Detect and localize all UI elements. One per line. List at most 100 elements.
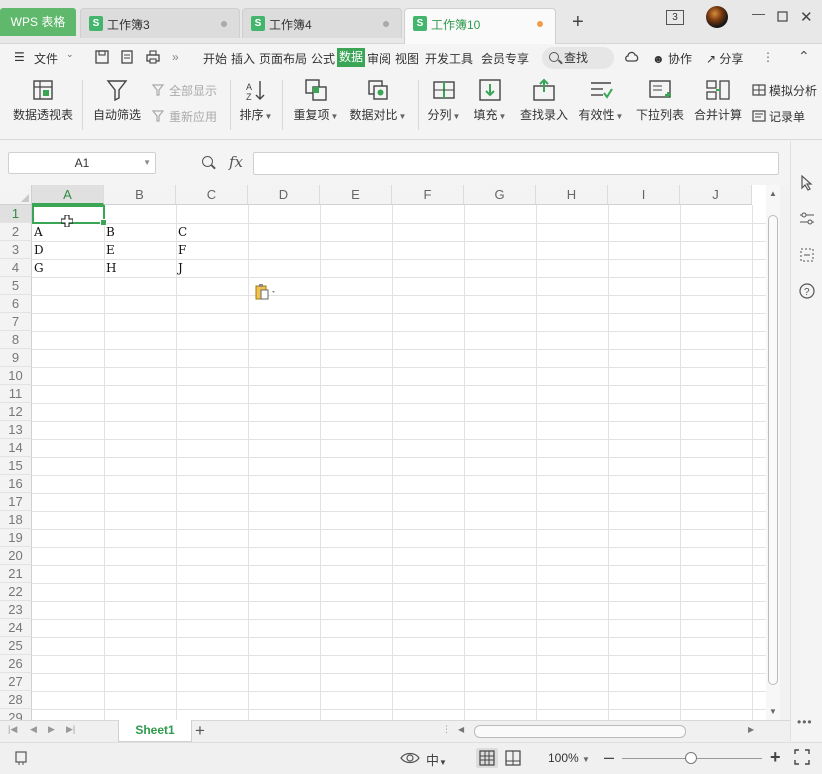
macro-record-icon[interactable]	[14, 750, 30, 769]
next-sheet-icon[interactable]: ▶	[48, 724, 55, 735]
maximize-icon[interactable]	[777, 10, 788, 25]
export-pdf-icon[interactable]	[120, 50, 134, 67]
row-header-24[interactable]: 24	[0, 619, 32, 637]
format-icon[interactable]	[799, 247, 815, 263]
row-header-18[interactable]: 18	[0, 511, 32, 529]
row-header-16[interactable]: 16	[0, 475, 32, 493]
menu-view[interactable]: 视图	[395, 50, 419, 67]
cell-c3[interactable]: F	[178, 241, 186, 259]
column-header-b[interactable]: B	[104, 185, 176, 205]
horizontal-scrollbar[interactable]	[474, 725, 686, 738]
dropdown-list-button[interactable]: 下拉列表	[632, 78, 688, 123]
avatar[interactable]	[706, 6, 728, 28]
paste-options-icon[interactable]	[255, 284, 275, 300]
row-header-21[interactable]: 21	[0, 565, 32, 583]
scroll-up-icon[interactable]: ▲	[769, 189, 777, 198]
row-header-15[interactable]: 15	[0, 457, 32, 475]
row-header-11[interactable]: 11	[0, 385, 32, 403]
cell-b4[interactable]: H	[106, 259, 116, 277]
row-header-23[interactable]: 23	[0, 601, 32, 619]
row-header-9[interactable]: 9	[0, 349, 32, 367]
row-header-19[interactable]: 19	[0, 529, 32, 547]
cell-b2[interactable]: B	[106, 223, 115, 241]
chevron-down-icon[interactable]: ▼	[143, 153, 151, 173]
first-sheet-icon[interactable]: |◀	[8, 724, 17, 735]
print-icon[interactable]	[146, 50, 160, 67]
column-header-c[interactable]: C	[176, 185, 248, 205]
autofilter-button[interactable]: 自动筛选	[90, 78, 144, 123]
row-header-6[interactable]: 6	[0, 295, 32, 313]
row-header-26[interactable]: 26	[0, 655, 32, 673]
menu-data[interactable]: 数据	[337, 48, 366, 67]
row-header-27[interactable]: 27	[0, 673, 32, 691]
row-header-5[interactable]: 5	[0, 277, 32, 295]
row-header-2[interactable]: 2	[0, 223, 32, 241]
column-header-j[interactable]: J	[680, 185, 752, 205]
show-all-button[interactable]: 全部显示	[151, 82, 217, 99]
vertical-scrollbar[interactable]: ▲ ▼	[766, 185, 780, 720]
simulation-analysis-button[interactable]: 模拟分析	[752, 82, 817, 99]
hamburger-icon[interactable]: ☰	[14, 50, 25, 64]
row-header-20[interactable]: 20	[0, 547, 32, 565]
last-sheet-icon[interactable]: ▶|	[66, 724, 75, 735]
prev-sheet-icon[interactable]: ◀	[30, 724, 37, 735]
row-header-13[interactable]: 13	[0, 421, 32, 439]
chevron-down-icon[interactable]: ⌄	[66, 49, 74, 60]
scroll-left-icon[interactable]: ◀	[458, 725, 464, 734]
row-header-22[interactable]: 22	[0, 583, 32, 601]
row-header-17[interactable]: 17	[0, 493, 32, 511]
doc-tab-workbook10[interactable]: S 工作簿10	[404, 8, 556, 44]
collapse-ribbon-icon[interactable]: ⌃	[798, 48, 810, 65]
row-header-8[interactable]: 8	[0, 331, 32, 349]
sheet-tab-sheet1[interactable]: Sheet1	[118, 720, 192, 742]
more-icon[interactable]: ⋮	[762, 50, 774, 64]
menu-home[interactable]: 开始	[203, 50, 227, 67]
column-header-d[interactable]: D	[248, 185, 320, 205]
menu-member[interactable]: 会员专享	[481, 50, 529, 67]
menu-formula[interactable]: 公式	[311, 50, 335, 67]
menu-file[interactable]: 文件	[34, 50, 58, 67]
app-tab[interactable]: WPS 表格	[0, 8, 76, 36]
insert-function-button[interactable]: fx	[229, 153, 243, 171]
column-header-i[interactable]: I	[608, 185, 680, 205]
save-icon[interactable]	[95, 50, 109, 67]
add-sheet-button[interactable]: +	[195, 721, 205, 741]
new-tab-button[interactable]: +	[572, 12, 584, 32]
row-header-29[interactable]: 29	[0, 709, 32, 720]
row-header-12[interactable]: 12	[0, 403, 32, 421]
row-header-7[interactable]: 7	[0, 313, 32, 331]
row-header-1[interactable]: 1	[0, 205, 32, 223]
cell-b3[interactable]: E	[106, 241, 115, 259]
row-header-25[interactable]: 25	[0, 637, 32, 655]
duplicates-button[interactable]: 重复项▼	[290, 78, 342, 123]
data-compare-button[interactable]: 数据对比▼	[348, 78, 408, 123]
doc-tab-workbook4[interactable]: S 工作簿4	[242, 8, 402, 38]
collaborate-button[interactable]: ☻ 协作	[652, 50, 692, 67]
spreadsheet-grid[interactable]: ABCDEFGHIJ 1 2 3 4 5 6 7 8 9 10 11 12 13 14 15 16 17 18 19…	[0, 185, 780, 720]
reapply-button[interactable]: 重新应用	[151, 108, 217, 125]
more-options-icon[interactable]: •••	[797, 715, 813, 729]
menu-review[interactable]: 审阅	[367, 50, 391, 67]
zoom-out-button[interactable]: –	[604, 747, 614, 768]
page-break-view-icon[interactable]	[504, 749, 522, 770]
column-header-a[interactable]: A	[32, 185, 104, 205]
normal-view-button[interactable]	[476, 748, 498, 768]
column-header-f[interactable]: F	[392, 185, 464, 205]
minimize-icon[interactable]: —	[752, 6, 765, 21]
lookup-entry-button[interactable]: 查找录入	[516, 78, 572, 123]
cell-c4[interactable]: J	[178, 259, 183, 277]
formula-input[interactable]	[253, 152, 779, 175]
input-method-icon[interactable]: 中▼	[426, 750, 447, 769]
column-header-e[interactable]: E	[320, 185, 392, 205]
zoom-level[interactable]: 100% ▼	[548, 751, 590, 765]
fill-button[interactable]: 填充▼	[470, 78, 510, 123]
row-header-3[interactable]: 3	[0, 241, 32, 259]
menu-developer[interactable]: 开发工具	[425, 50, 473, 67]
column-header-h[interactable]: H	[536, 185, 608, 205]
scroll-down-icon[interactable]: ▼	[769, 707, 777, 716]
split-column-button[interactable]: 分列▼	[424, 78, 464, 123]
cell-a2[interactable]: A	[34, 223, 43, 241]
scroll-thumb[interactable]	[768, 215, 778, 685]
eye-protection-icon[interactable]	[400, 750, 420, 769]
validity-button[interactable]: 有效性▼	[576, 78, 626, 123]
